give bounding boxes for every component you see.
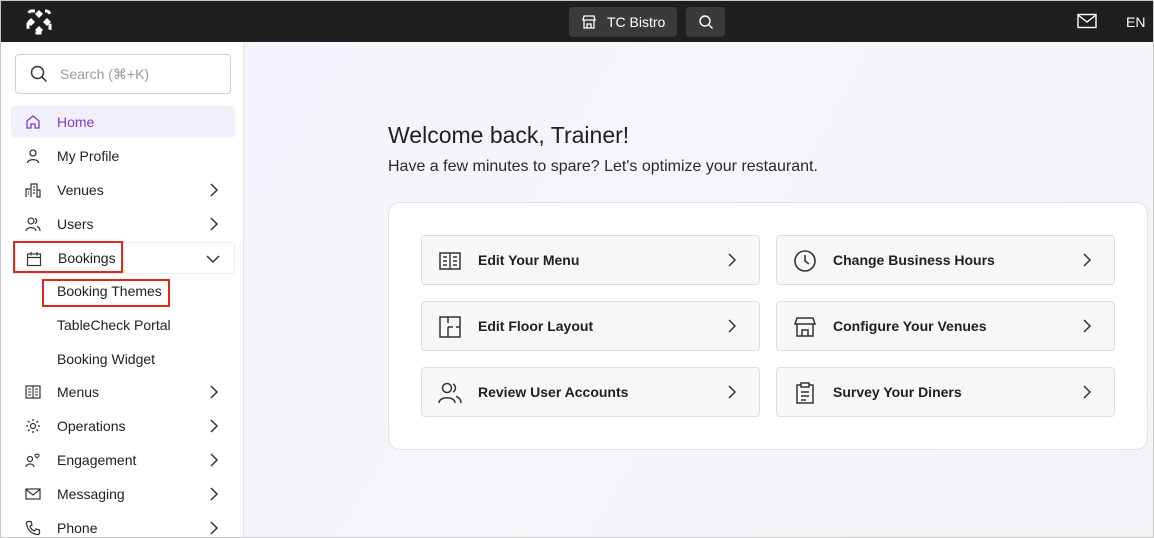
engagement-icon [25, 453, 40, 468]
action-label: Survey Your Diners [833, 384, 962, 400]
chevron-right-icon [1083, 253, 1092, 267]
action-configure-venues-button[interactable]: Configure Your Venues [776, 301, 1115, 351]
sidebar-item-operations[interactable]: Operations [11, 410, 235, 442]
sidebar-search[interactable] [15, 54, 231, 94]
storefront-icon [793, 317, 817, 337]
floor-layout-icon [439, 316, 461, 338]
main-content: Welcome back, Trainer! Have a few minute… [244, 42, 1153, 537]
action-label: Configure Your Venues [833, 318, 987, 334]
building-icon [25, 183, 41, 198]
action-edit-menu-button[interactable]: Edit Your Menu [421, 235, 760, 285]
sidebar-item-label: Phone [57, 520, 98, 536]
action-label: Edit Your Menu [478, 252, 580, 268]
person-icon [26, 149, 40, 164]
home-icon [26, 115, 40, 129]
mail-icon[interactable] [1077, 13, 1097, 29]
sidebar-item-home[interactable]: Home [11, 106, 235, 138]
app-window: TC Bistro EN Home [0, 0, 1154, 538]
sidebar-item-label: Engagement [57, 452, 137, 468]
sidebar-item-label: Home [57, 114, 95, 130]
sidebar-item-menus[interactable]: Menus [11, 376, 235, 408]
app-logo-icon[interactable] [26, 9, 52, 35]
top-bar: TC Bistro EN [1, 1, 1153, 42]
sidebar-item-label: Venues [57, 182, 104, 198]
action-review-user-accounts-button[interactable]: Review User Accounts [421, 367, 760, 417]
action-label: Change Business Hours [833, 252, 995, 268]
chevron-right-icon [1083, 385, 1092, 399]
sidebar-item-label: Messaging [57, 486, 125, 502]
envelope-icon [25, 488, 41, 500]
language-selector[interactable]: EN [1126, 14, 1145, 30]
global-search-button[interactable] [686, 7, 725, 37]
storefront-icon [582, 15, 596, 29]
chevron-down-icon [206, 255, 220, 264]
chevron-right-icon [210, 385, 219, 399]
users-icon [25, 217, 41, 232]
action-edit-floor-layout-button[interactable]: Edit Floor Layout [421, 301, 760, 351]
sidebar-item-label: Users [57, 216, 94, 232]
sidebar-item-label: Operations [57, 418, 126, 434]
clipboard-icon [796, 382, 814, 404]
search-input[interactable] [60, 66, 210, 82]
sidebar-item-users[interactable]: Users [11, 208, 235, 240]
menu-book-icon [25, 385, 41, 399]
chevron-right-icon [728, 385, 737, 399]
search-icon [30, 65, 48, 83]
action-change-business-hours-button[interactable]: Change Business Hours [776, 235, 1115, 285]
chevron-right-icon [210, 521, 219, 535]
chevron-right-icon [210, 183, 219, 197]
sidebar-item-venues[interactable]: Venues [11, 174, 235, 206]
chevron-right-icon [728, 319, 737, 333]
chevron-right-icon [210, 487, 219, 501]
sidebar-item-label: Menus [57, 384, 100, 400]
search-icon [698, 15, 713, 29]
sidebar: Home My Profile Venues [1, 42, 244, 537]
menu-book-icon [439, 252, 461, 270]
chevron-right-icon [210, 217, 219, 231]
sidebar-item-engagement[interactable]: Engagement [11, 444, 235, 476]
sidebar-item-my-profile[interactable]: My Profile [11, 140, 235, 172]
page-subtitle: Have a few minutes to spare? Let's optim… [388, 158, 818, 175]
venue-switcher-button[interactable]: TC Bistro [569, 7, 677, 37]
chevron-right-icon [1083, 319, 1092, 333]
highlight-box-bookings [13, 241, 123, 273]
sidebar-item-messaging[interactable]: Messaging [11, 478, 235, 510]
sidebar-item-label: My Profile [57, 148, 120, 164]
sidebar-subitem-booking-widget[interactable]: Booking Widget [57, 351, 155, 367]
phone-icon [25, 520, 41, 536]
action-survey-diners-button[interactable]: Survey Your Diners [776, 367, 1115, 417]
chevron-right-icon [210, 419, 219, 433]
chevron-right-icon [728, 253, 737, 267]
action-label: Review User Accounts [478, 384, 629, 400]
sidebar-item-phone[interactable]: Phone [11, 512, 235, 537]
sidebar-subitem-tablecheck-portal[interactable]: TableCheck Portal [57, 317, 171, 333]
chevron-right-icon [210, 453, 219, 467]
page-title: Welcome back, Trainer! [388, 122, 630, 148]
users-icon [438, 382, 462, 404]
highlight-box-booking-themes [42, 279, 170, 307]
venue-name: TC Bistro [607, 14, 666, 30]
quick-actions-card: Edit Your Menu Change Business Hours Edi… [388, 202, 1148, 450]
clock-icon [794, 250, 816, 272]
action-label: Edit Floor Layout [478, 318, 594, 334]
cog-operations-icon [26, 419, 40, 433]
